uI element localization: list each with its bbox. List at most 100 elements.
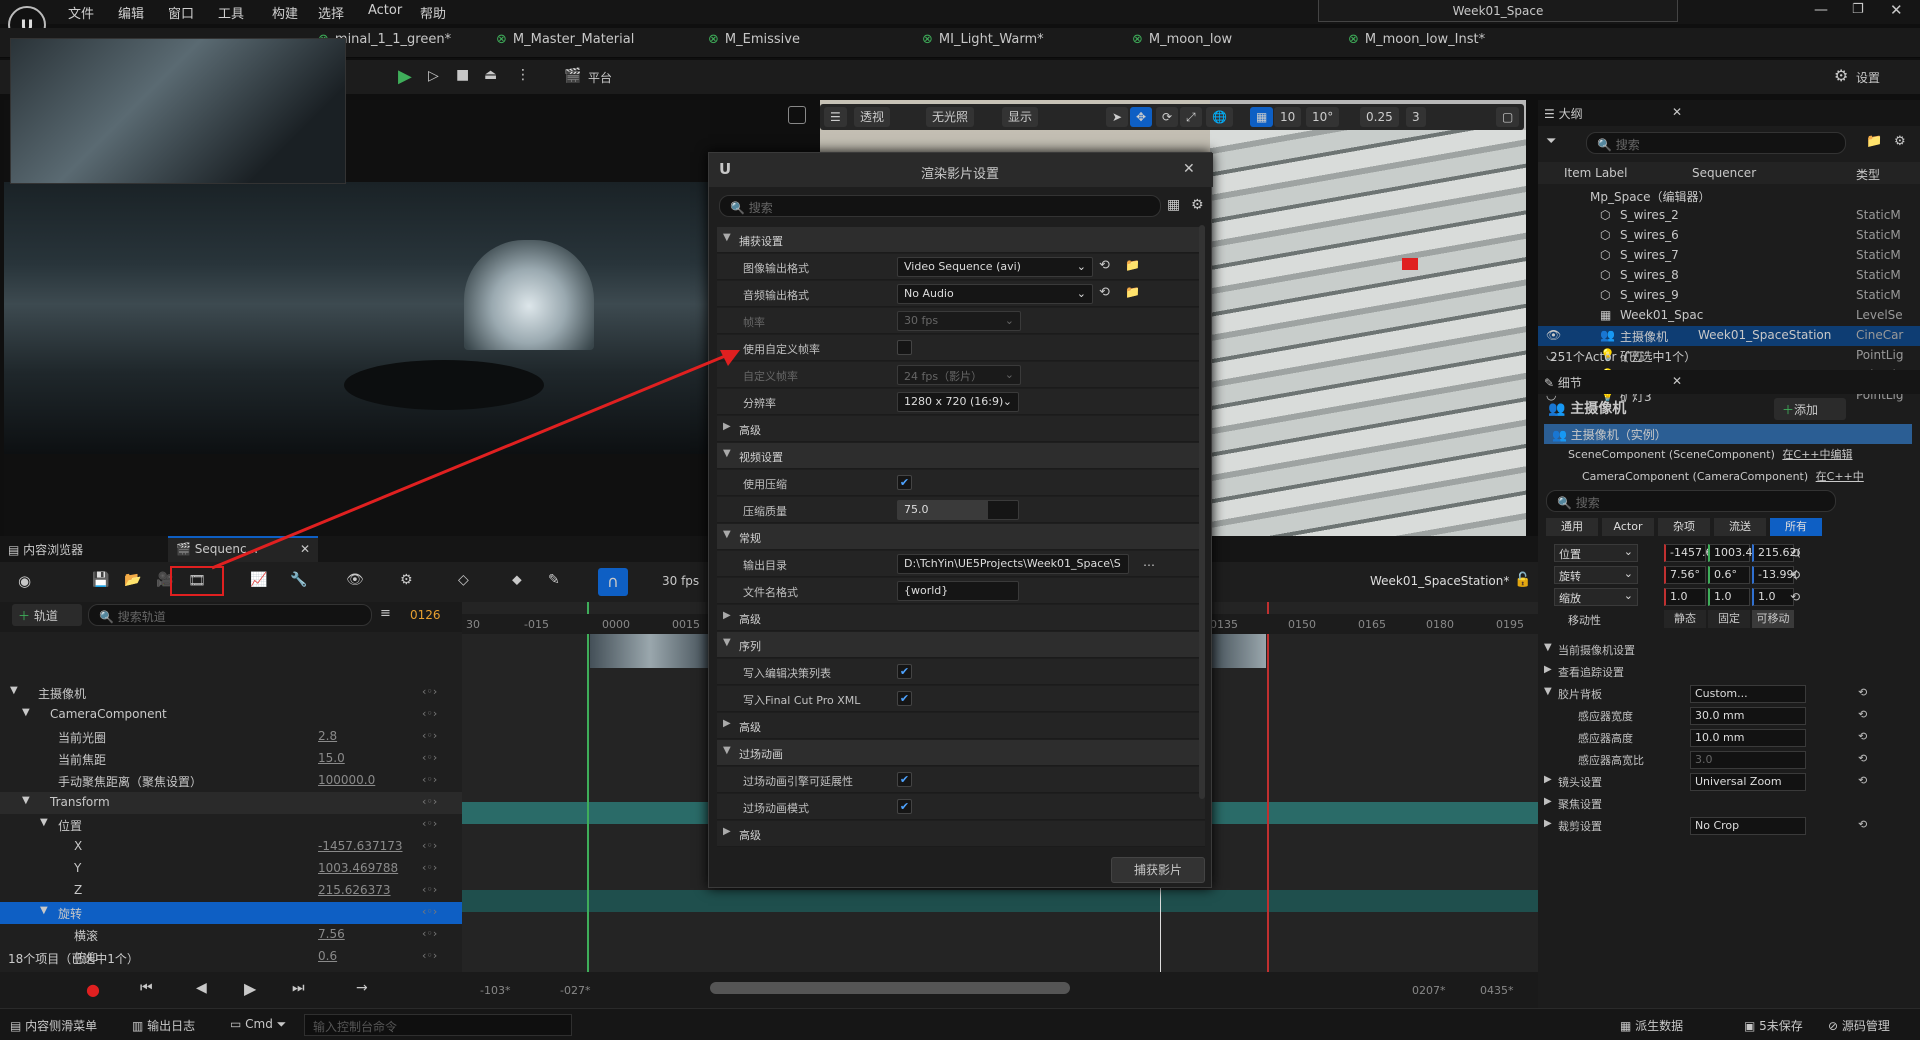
- keyframe-nav-icon[interactable]: ‹◦›: [422, 927, 437, 940]
- platform-button[interactable]: 平台: [588, 69, 612, 86]
- angle-snap-value[interactable]: 10°: [1306, 107, 1340, 127]
- unsaved-button[interactable]: ▣ 5未保存: [1744, 1017, 1803, 1034]
- settings-button[interactable]: 设置: [1856, 69, 1880, 86]
- folder-icon[interactable]: 📂: [124, 572, 141, 588]
- filter-tab[interactable]: Actor: [1602, 518, 1654, 536]
- filter-icon[interactable]: ≡: [380, 606, 391, 621]
- outliner-settings-icon[interactable]: ⚙: [1894, 134, 1906, 149]
- more-icon[interactable]: ⋮: [516, 67, 530, 83]
- view-range-label[interactable]: 0207*: [1412, 984, 1446, 997]
- record-icon[interactable]: ●: [86, 980, 100, 999]
- viewport-maximize-icon[interactable]: ▢: [1496, 107, 1520, 127]
- key-add-icon[interactable]: ⬥: [512, 572, 522, 588]
- console-input[interactable]: 输入控制台命令: [304, 1014, 572, 1036]
- playhead[interactable]: [1160, 882, 1161, 972]
- save-icon[interactable]: 💾: [92, 572, 109, 588]
- content-drawer-button[interactable]: ▤ 内容侧滑菜单: [10, 1017, 97, 1034]
- world-row[interactable]: Mp_Space（编辑器）: [1538, 186, 1920, 206]
- end-marker[interactable]: [1267, 602, 1269, 972]
- document-tab[interactable]: ⊗ M_Master_Material: [496, 32, 634, 54]
- scale-icon[interactable]: ⤢: [1180, 107, 1202, 127]
- track-row[interactable]: Z 215.626373 ‹◦›: [0, 880, 462, 902]
- menu-item[interactable]: 编辑: [118, 3, 144, 22]
- magnet-icon[interactable]: ∩: [598, 568, 628, 596]
- camera-component-row[interactable]: CameraComponent (CameraComponent) 在C++中: [1582, 468, 1864, 484]
- details-row[interactable]: ▶ 裁剪设置 No Crop ⟲: [1538, 814, 1920, 840]
- lock-icon[interactable]: 🔓: [1514, 572, 1531, 588]
- transform-mode-dropdown[interactable]: 缩放 ⌄: [1554, 588, 1638, 606]
- details-row-value[interactable]: Custom...: [1690, 685, 1806, 703]
- viewport-menu-icon[interactable]: ☰: [824, 107, 847, 127]
- view-range-label[interactable]: -027*: [560, 984, 590, 997]
- track-value[interactable]: 2.8: [318, 729, 337, 743]
- setting-dropdown[interactable]: 1280 x 720 (16:9) ⌄: [897, 392, 1019, 412]
- keyframe-nav-icon[interactable]: ‹◦›: [422, 883, 437, 896]
- setting-checkbox[interactable]: ✔: [897, 475, 912, 490]
- output-log-button[interactable]: ▥ 输出日志: [132, 1017, 195, 1034]
- keyframe-nav-icon[interactable]: ‹◦›: [422, 707, 437, 720]
- minimize-icon[interactable]: —: [1814, 2, 1828, 18]
- reset-icon[interactable]: ⟲: [1858, 774, 1867, 787]
- expand-down-icon[interactable]: ▼: [22, 795, 30, 806]
- setting-row[interactable]: ▶ 高级: [717, 713, 1205, 739]
- track-row[interactable]: 手动聚焦距离（聚焦设置） 100000.0 ‹◦›: [0, 770, 462, 792]
- setting-dropdown[interactable]: No Audio ⌄: [897, 284, 1093, 304]
- mobility-option[interactable]: 可移动: [1752, 610, 1794, 628]
- setting-row[interactable]: ▼ 视频设置: [717, 443, 1205, 469]
- track-search-input[interactable]: 🔍 搜索轨道: [88, 604, 372, 626]
- expand-down-icon[interactable]: ▼: [22, 707, 30, 718]
- transform-value[interactable]: 215.62(: [1752, 544, 1801, 562]
- browse-icon[interactable]: 📁: [1125, 258, 1140, 272]
- outliner-row[interactable]: ⬡ S_wires_2 StaticM: [1538, 206, 1920, 226]
- output-dir-input[interactable]: D:\TchYin\UE5Projects\Week01_Space\S: [897, 554, 1129, 574]
- track-row[interactable]: 横滚 7.56 ‹◦›: [0, 924, 462, 946]
- transform-value[interactable]: 1.0: [1664, 588, 1706, 606]
- reset-icon[interactable]: ⟲: [1858, 818, 1867, 831]
- expand-down-icon[interactable]: ▼: [40, 817, 48, 828]
- filename-format-input[interactable]: {world}: [897, 581, 1019, 601]
- view-range-label[interactable]: 0435*: [1480, 984, 1514, 997]
- setting-dropdown[interactable]: 24 fps（影片） ⌄: [897, 365, 1021, 385]
- show-button[interactable]: 显示: [1002, 107, 1039, 127]
- menu-item[interactable]: 构建: [272, 3, 298, 22]
- add-component-button[interactable]: ＋添加: [1774, 398, 1846, 420]
- play-icon[interactable]: ▶: [398, 66, 412, 87]
- outliner-filter-icon[interactable]: ⏷: [1546, 134, 1556, 149]
- sequencer-tab[interactable]: 🎬 Sequenc... ✕: [168, 536, 318, 562]
- browse-dots-icon[interactable]: …: [1143, 555, 1155, 569]
- track-value[interactable]: 0.6: [318, 949, 337, 963]
- render-movie-button[interactable]: 🎞: [170, 566, 224, 596]
- outliner-row[interactable]: ▦ Week01_Spac LevelSe: [1538, 306, 1920, 326]
- menu-item[interactable]: 窗口: [168, 3, 194, 22]
- menu-item[interactable]: 选择: [318, 3, 344, 22]
- outliner-row[interactable]: ⬡ S_wires_9 StaticM: [1538, 286, 1920, 306]
- brush-icon[interactable]: ✎: [548, 572, 560, 588]
- keyframe-nav-icon[interactable]: ‹◦›: [422, 817, 437, 830]
- details-close-icon[interactable]: ✕: [1672, 374, 1682, 388]
- track-row[interactable]: ▼ 位置 ‹◦›: [0, 814, 462, 836]
- transform-value[interactable]: 1.0: [1752, 588, 1794, 606]
- track-row[interactable]: ▼ Transform ‹◦›: [0, 792, 462, 814]
- scene-component-row[interactable]: SceneComponent (SceneComponent) 在C++中编辑: [1568, 446, 1853, 462]
- track-value[interactable]: 15.0: [318, 751, 345, 765]
- translate-icon[interactable]: ✥: [1130, 107, 1153, 127]
- transform-value[interactable]: 1.0: [1708, 588, 1750, 606]
- outliner-tab[interactable]: ☰ 大纲: [1544, 105, 1583, 122]
- details-row-value[interactable]: 10.0 mm: [1690, 729, 1806, 747]
- visibility-eye-icon[interactable]: 👁: [1546, 328, 1561, 342]
- grid-snap-value[interactable]: 10: [1274, 107, 1302, 127]
- track-row[interactable]: ▼ 主摄像机 ‹◦›: [0, 682, 462, 704]
- keyframe-nav-icon[interactable]: ‹◦›: [422, 729, 437, 742]
- add-folder-icon[interactable]: 📁: [1866, 134, 1882, 149]
- transform-value[interactable]: 1003.4: [1708, 544, 1753, 562]
- setting-checkbox[interactable]: ✔: [897, 799, 912, 814]
- setting-row[interactable]: ▼ 常规: [717, 524, 1205, 550]
- details-search-input[interactable]: 🔍 搜索: [1546, 490, 1836, 512]
- reset-icon[interactable]: ⟲: [1790, 568, 1800, 582]
- rotation-section[interactable]: [462, 890, 1538, 912]
- view-range-label[interactable]: -103*: [480, 984, 510, 997]
- grid-snap-icon[interactable]: ▦: [1250, 107, 1274, 127]
- track-row[interactable]: 当前焦距 15.0 ‹◦›: [0, 748, 462, 770]
- document-tab[interactable]: ⊗ M_moon_low_Inst*: [1348, 32, 1485, 54]
- dialog-close-icon[interactable]: ✕: [1183, 161, 1195, 177]
